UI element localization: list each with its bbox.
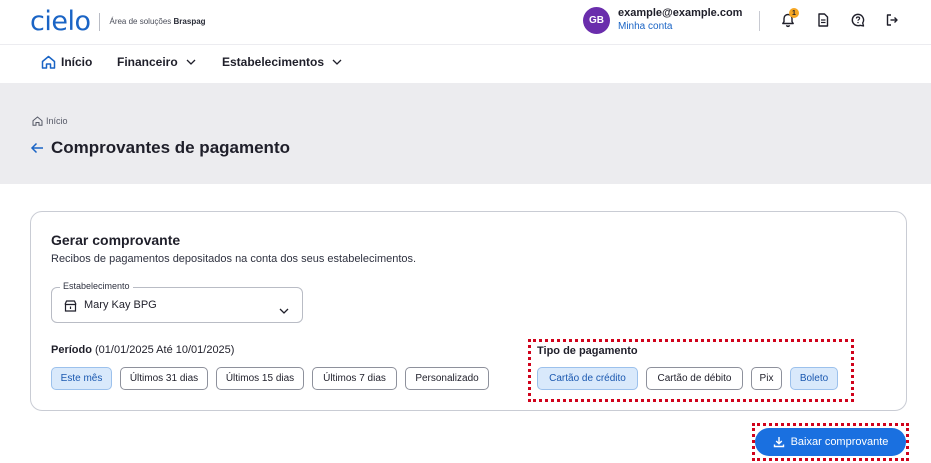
logo-subtitle: Área de soluções Braspag	[109, 17, 205, 26]
nav-item-label: Estabelecimentos	[222, 55, 325, 69]
document-icon[interactable]	[815, 12, 831, 28]
nav-item-inicio[interactable]: Início	[41, 55, 92, 69]
title-row: Comprovantes de pagamento	[30, 138, 290, 158]
logo-subtitle-brand: Braspag	[173, 17, 206, 26]
card-title: Gerar comprovante	[51, 232, 181, 248]
bell-icon[interactable]: 1	[780, 8, 799, 28]
user-email: example@example.com	[618, 7, 743, 19]
avatar[interactable]: GB	[583, 6, 610, 34]
notification-badge: 1	[789, 8, 799, 18]
home-icon	[41, 55, 56, 69]
nav-item-estabelecimentos[interactable]: Estabelecimentos	[222, 55, 342, 69]
nav-item-financeiro[interactable]: Financeiro	[117, 55, 196, 69]
logo-subtitle-prefix: Área de soluções	[109, 17, 174, 26]
period-chip-ultimos-31-dias[interactable]: Últimos 31 dias	[120, 367, 208, 390]
period-chip-ultimos-7-dias[interactable]: Últimos 7 dias	[312, 367, 397, 390]
header-divider	[759, 11, 760, 31]
chevron-down-icon	[332, 59, 342, 65]
user-info: example@example.com Minha conta	[618, 6, 742, 34]
establishment-label: Estabelecimento	[60, 281, 133, 291]
page-header-band	[0, 83, 931, 184]
period-chip-ultimos-15-dias[interactable]: Últimos 15 dias	[216, 367, 304, 390]
user-menu[interactable]: GB example@example.com Minha conta	[583, 6, 742, 34]
chevron-down-icon	[279, 301, 289, 319]
main-nav: Início Financeiro Estabelecimentos	[0, 45, 931, 83]
help-icon[interactable]	[850, 12, 866, 28]
nav-item-label: Financeiro	[117, 55, 178, 69]
period-chip-personalizado[interactable]: Personalizado	[405, 367, 489, 390]
top-header: cielo Área de soluções Braspag GB exampl…	[0, 0, 931, 45]
breadcrumb[interactable]: Início	[32, 116, 68, 126]
page-title: Comprovantes de pagamento	[51, 138, 290, 157]
period-chip-este-mes[interactable]: Este mês	[51, 367, 112, 390]
breadcrumb-inicio[interactable]: Início	[46, 116, 68, 126]
period-heading: Período (01/01/2025 Até 10/01/2025)	[51, 344, 234, 356]
back-arrow-icon	[30, 142, 43, 154]
logo[interactable]: cielo Área de soluções Braspag	[30, 8, 206, 35]
nav-item-label: Início	[61, 55, 93, 69]
home-icon	[32, 116, 43, 126]
my-account-link[interactable]: Minha conta	[618, 20, 742, 34]
card-description: Recibos de pagamentos depositados na con…	[51, 253, 417, 265]
logout-icon[interactable]	[884, 12, 900, 28]
period-range: (01/01/2025 Até 10/01/2025)	[91, 344, 235, 356]
store-icon	[64, 299, 77, 317]
establishment-select[interactable]: Estabelecimento Mary Kay BPG	[51, 281, 303, 323]
highlight-download-button	[752, 423, 909, 461]
cielo-logo-text: cielo	[30, 6, 91, 37]
chevron-down-icon	[186, 59, 196, 65]
logo-divider	[99, 12, 101, 31]
period-label: Período	[51, 344, 92, 356]
establishment-value: Mary Kay BPG	[84, 299, 157, 311]
highlight-payment-type	[528, 339, 854, 402]
